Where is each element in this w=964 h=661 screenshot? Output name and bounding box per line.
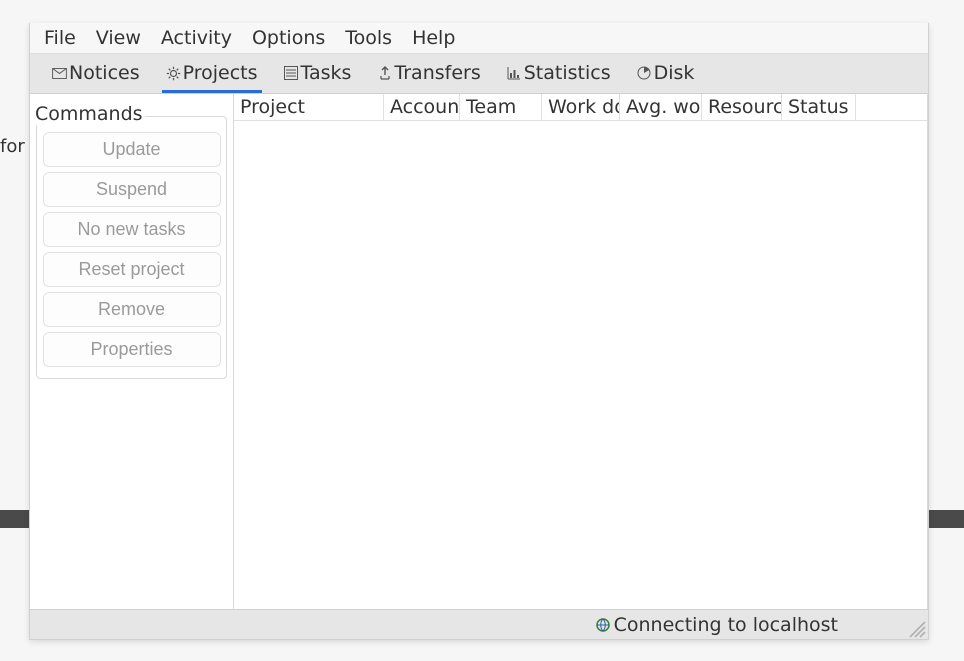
tab-label: Transfers: [394, 62, 480, 84]
statusbar: Connecting to localhost: [30, 609, 928, 639]
app-window: File View Activity Options Tools Help No…: [29, 23, 929, 640]
tab-transfers[interactable]: Transfers: [373, 58, 484, 93]
col-account[interactable]: Account: [384, 94, 460, 120]
reset-project-button[interactable]: Reset project: [43, 252, 221, 287]
col-team[interactable]: Team: [460, 94, 542, 120]
commands-panel: Commands Update Suspend No new tasks Res…: [30, 94, 234, 609]
suspend-button[interactable]: Suspend: [43, 172, 221, 207]
transfer-icon: [377, 66, 392, 81]
content-area: Commands Update Suspend No new tasks Res…: [30, 94, 928, 609]
projects-table: Project Account Team Work do Avg. wor Re…: [234, 94, 928, 609]
resize-grip-icon[interactable]: [904, 616, 926, 638]
menu-options[interactable]: Options: [244, 25, 333, 51]
list-icon: [284, 66, 299, 81]
tab-label: Statistics: [524, 62, 611, 84]
tab-label: Tasks: [301, 62, 352, 84]
tabbar: Notices Projects Tasks Transfers Statist…: [30, 54, 928, 94]
commands-legend: Commands: [33, 103, 145, 125]
projects-table-body: [234, 121, 927, 609]
tab-label: Disk: [654, 62, 695, 84]
commands-fieldset: Commands Update Suspend No new tasks Res…: [36, 116, 227, 379]
no-new-tasks-button[interactable]: No new tasks: [43, 212, 221, 247]
barchart-icon: [507, 66, 522, 81]
tab-disk[interactable]: Disk: [633, 58, 699, 93]
update-button[interactable]: Update: [43, 132, 221, 167]
tab-label: Notices: [69, 62, 140, 84]
col-resource-share[interactable]: Resource: [702, 94, 782, 120]
col-spacer: [856, 94, 927, 120]
menu-tools[interactable]: Tools: [337, 25, 400, 51]
menubar: File View Activity Options Tools Help: [30, 23, 928, 54]
col-work-done[interactable]: Work do: [542, 94, 620, 120]
projects-table-header: Project Account Team Work do Avg. wor Re…: [234, 94, 927, 121]
menu-help[interactable]: Help: [404, 25, 463, 51]
tab-label: Projects: [183, 62, 258, 84]
tab-tasks[interactable]: Tasks: [280, 58, 356, 93]
menu-activity[interactable]: Activity: [153, 25, 240, 51]
remove-button[interactable]: Remove: [43, 292, 221, 327]
network-icon: [596, 618, 610, 632]
col-avg-work[interactable]: Avg. wor: [620, 94, 702, 120]
mail-icon: [52, 66, 67, 81]
disk-icon: [637, 66, 652, 81]
tab-notices[interactable]: Notices: [48, 58, 144, 93]
menu-file[interactable]: File: [36, 25, 84, 51]
menu-view[interactable]: View: [88, 25, 149, 51]
tab-projects[interactable]: Projects: [162, 58, 262, 93]
statusbar-text: Connecting to localhost: [614, 614, 838, 636]
col-project[interactable]: Project: [234, 94, 384, 120]
tab-statistics[interactable]: Statistics: [503, 58, 615, 93]
gear-icon: [166, 66, 181, 81]
properties-button[interactable]: Properties: [43, 332, 221, 367]
col-status[interactable]: Status: [782, 94, 856, 120]
